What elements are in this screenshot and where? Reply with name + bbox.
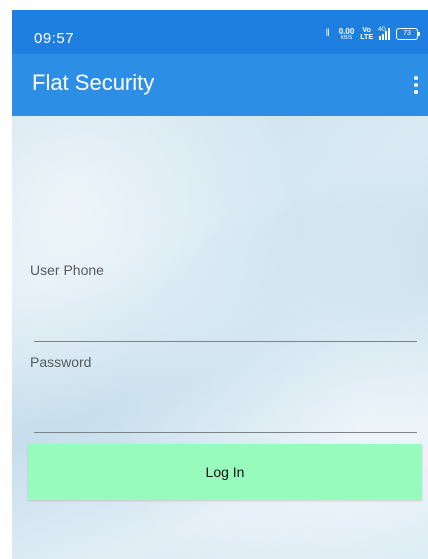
battery-icon: 73 [396,28,420,40]
menu-dot [414,90,418,94]
password-input[interactable] [34,402,417,433]
status-icons: ‖ 0.00 KB/S Vo LTE 4G 73 [323,26,420,41]
user-phone-label: User Phone [30,262,104,278]
phone-screen: 09:57 ‖ 0.00 KB/S Vo LTE 4G 73 Flat Secu… [0,0,428,559]
overflow-menu-icon[interactable] [406,68,426,102]
network-type: 4G [378,27,387,33]
vibrate-icon: ‖ [325,28,330,39]
menu-dot [414,83,418,87]
status-bar: 09:57 ‖ 0.00 KB/S Vo LTE 4G 73 [12,10,428,54]
login-form: User Phone Password Log In [12,116,428,559]
signal-bar [379,36,381,40]
volte-indicator: Vo LTE [360,27,373,41]
app-frame: 09:57 ‖ 0.00 KB/S Vo LTE 4G 73 Flat Secu… [12,10,428,559]
status-time: 09:57 [34,30,75,47]
network-speed: 0.00 KB/S [338,26,355,41]
login-button[interactable]: Log In [28,444,422,500]
password-label: Password [30,354,92,370]
app-title: Flat Security [32,70,155,95]
network-speed-unit: KB/S [340,34,353,41]
signal-bar [388,28,390,40]
volte-top: Vo [362,27,371,34]
user-phone-input[interactable] [34,311,417,342]
signal-icon: 4G [378,27,390,40]
menu-dot [414,76,418,80]
battery-level: 73 [403,30,411,37]
app-bar: Flat Security [12,54,428,116]
signal-bar [382,34,384,40]
volte-bottom: LTE [360,34,373,41]
network-speed-value: 0.00 [338,26,355,36]
